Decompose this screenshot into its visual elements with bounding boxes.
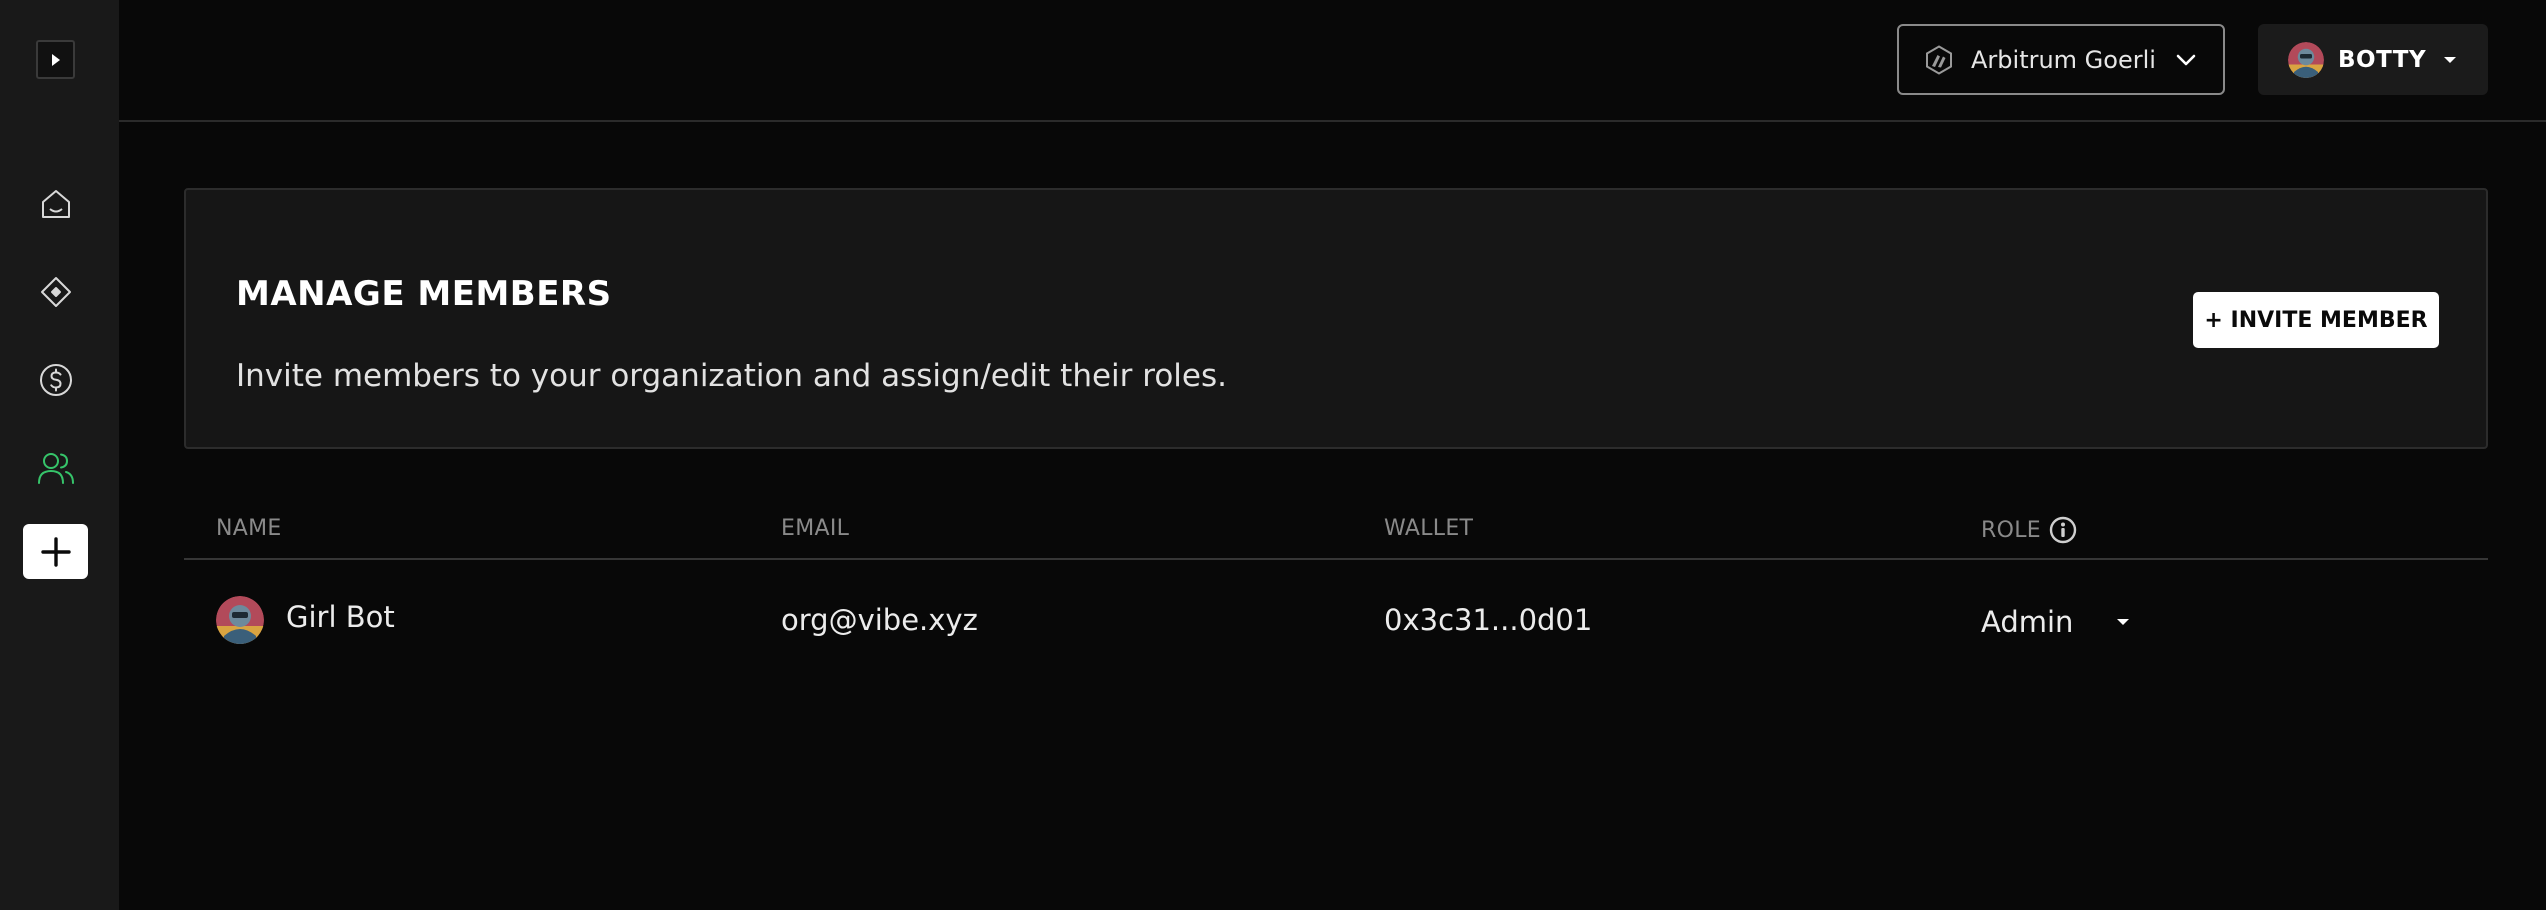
column-header-role: ROLE xyxy=(1981,516,2077,544)
plus-icon xyxy=(40,536,71,567)
home-icon xyxy=(42,190,70,218)
diamond-icon xyxy=(41,277,71,307)
avatar xyxy=(2288,41,2324,78)
caret-down-icon xyxy=(2117,619,2129,625)
dollar-circle-icon xyxy=(40,364,72,396)
column-header-wallet: WALLET xyxy=(1384,516,1474,541)
play-right-icon xyxy=(51,53,60,66)
manage-members-card: MANAGE MEMBERS Invite members to your or… xyxy=(184,188,2488,449)
invite-member-button[interactable]: + INVITE MEMBER xyxy=(2193,292,2439,348)
avatar xyxy=(216,596,264,644)
caret-down-icon xyxy=(2444,56,2456,63)
network-select-label: Arbitrum Goerli xyxy=(1971,45,2156,74)
app: Arbitrum Goerli BOTTY MANAGE MEMBERS Inv… xyxy=(0,0,2546,910)
info-icon[interactable] xyxy=(2049,516,2077,544)
role-select[interactable]: Admin xyxy=(1981,602,2131,642)
member-wallet: 0x3c31...0d01 xyxy=(1384,603,1593,637)
column-header-name: NAME xyxy=(216,516,282,541)
page-description: Invite members to your organization and … xyxy=(236,358,1227,394)
add-button[interactable] xyxy=(23,524,88,579)
table-row: Girl Bot org@vibe.xyz 0x3c31...0d01 Admi… xyxy=(184,560,2488,680)
sidebar-item-projects[interactable] xyxy=(36,272,76,312)
member-name-cell: Girl Bot xyxy=(216,596,395,644)
arbitrum-logo-icon xyxy=(1926,44,1952,75)
column-header-role-label: ROLE xyxy=(1981,517,2041,543)
users-icon xyxy=(38,453,74,484)
account-name: BOTTY xyxy=(2338,46,2427,73)
column-header-email: EMAIL xyxy=(781,516,850,541)
member-email: org@vibe.xyz xyxy=(781,603,978,637)
sidebar-expand-button[interactable] xyxy=(36,40,75,79)
sidebar-item-members[interactable] xyxy=(36,448,76,488)
sidebar xyxy=(0,0,119,910)
top-bar: Arbitrum Goerli BOTTY xyxy=(119,0,2546,122)
network-select[interactable]: Arbitrum Goerli xyxy=(1897,24,2225,95)
account-menu-button[interactable]: BOTTY xyxy=(2258,24,2488,95)
role-select-value: Admin xyxy=(1981,605,2074,639)
chevron-down-icon xyxy=(2176,54,2196,65)
page-title: MANAGE MEMBERS xyxy=(236,274,612,314)
sidebar-item-billing[interactable] xyxy=(36,360,76,400)
members-table-header: NAME EMAIL WALLET ROLE xyxy=(184,500,2488,560)
member-name: Girl Bot xyxy=(286,600,395,634)
sidebar-item-home[interactable] xyxy=(36,184,76,224)
